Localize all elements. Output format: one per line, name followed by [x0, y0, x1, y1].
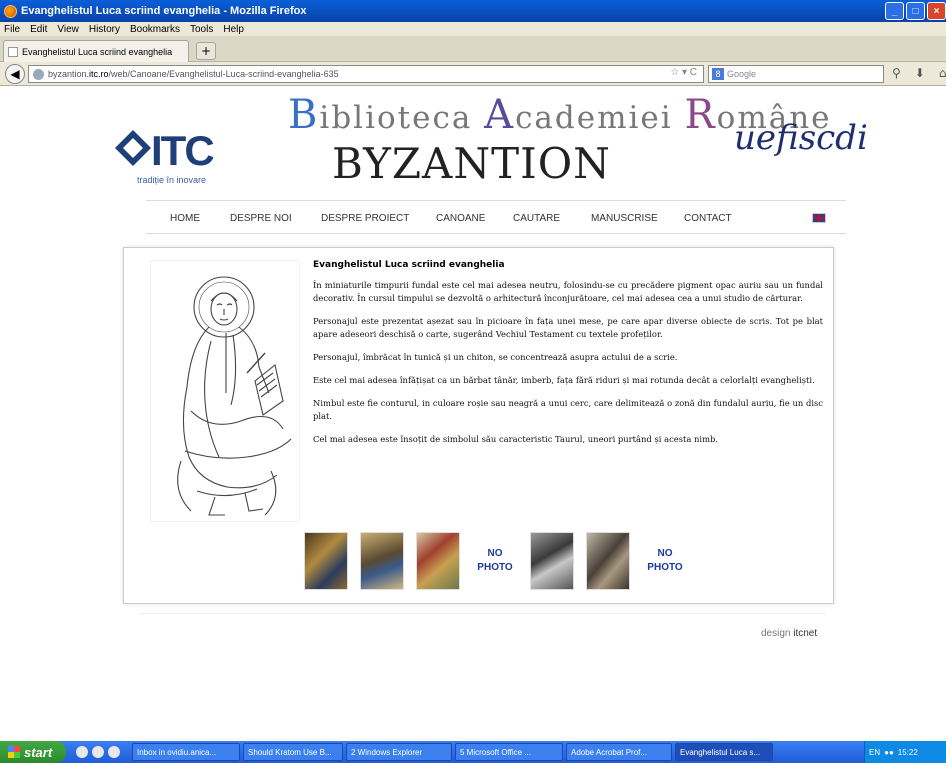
menu-edit[interactable]: Edit	[30, 24, 47, 35]
content-panel: Evanghelistul Luca scriind evanghelia În…	[123, 247, 834, 604]
new-tab-button[interactable]: +	[196, 42, 216, 60]
tab-bar: Evanghelistul Luca scriind evanghelia +	[0, 36, 946, 62]
article: Evanghelistul Luca scriind evanghelia În…	[313, 260, 823, 456]
nav-cautare[interactable]: CAUTARE	[513, 213, 560, 224]
taskbar-item[interactable]: 5 Microsoft Office ...	[455, 743, 563, 761]
no-photo-placeholder[interactable]: NO PHOTO	[472, 532, 518, 590]
system-tray: EN ●● 15:22	[864, 741, 946, 763]
thumbnail-image[interactable]	[360, 532, 404, 590]
search-placeholder: Google	[727, 69, 757, 79]
menu-file[interactable]: File	[4, 24, 20, 35]
menu-history[interactable]: History	[89, 24, 120, 35]
article-paragraph: În miniaturile timpurii fundal este cel …	[313, 280, 823, 303]
window-titlebar: Evanghelistul Luca scriind evanghelia - …	[0, 0, 946, 22]
minimize-icon[interactable]: _	[885, 2, 904, 20]
footer-divider	[140, 613, 826, 614]
english-flag-icon[interactable]	[812, 213, 826, 223]
search-bar[interactable]: 8 Google	[708, 65, 884, 83]
firefox-icon	[4, 4, 17, 18]
article-paragraph: Nimbul este fie conturul, in culoare roș…	[313, 398, 823, 421]
saint-luke-drawing	[150, 260, 300, 522]
itc-logo-mark: ITC	[115, 127, 216, 174]
google-icon[interactable]: 8	[712, 68, 724, 80]
menu-help[interactable]: Help	[223, 24, 244, 35]
tab-label: Evanghelistul Luca scriind evanghelia	[22, 46, 173, 57]
search-go-icon[interactable]: ⚲	[892, 66, 901, 80]
nav-canoane[interactable]: CANOANE	[436, 213, 485, 224]
clock: 15:22	[897, 747, 918, 757]
thumbnail-image[interactable]	[530, 532, 574, 590]
menu-tools[interactable]: Tools	[190, 24, 213, 35]
nav-despre-noi[interactable]: DESPRE NOI	[230, 213, 292, 224]
article-paragraph: Este cel mai adesea înfățișat ca un bărb…	[313, 375, 815, 385]
download-icon[interactable]: ⬇	[915, 66, 925, 80]
window-title: Evanghelistul Luca scriind evanghelia - …	[21, 5, 307, 17]
menu-bookmarks[interactable]: Bookmarks	[130, 24, 180, 35]
taskbar-item-active[interactable]: Evanghelistul Luca s...	[675, 743, 773, 761]
thumbnail-image[interactable]	[416, 532, 460, 590]
nav-manuscrise[interactable]: MANUSCRISE	[591, 213, 658, 224]
taskbar-item[interactable]: Adobe Acrobat Prof...	[566, 743, 672, 761]
quick-launch	[76, 746, 120, 758]
url-path: /web/Canoane/Evanghelistul-Luca-scriind-…	[108, 69, 339, 79]
article-paragraph: Personajul este prezentat așezat sau în …	[313, 316, 823, 339]
site-identity-icon[interactable]	[33, 68, 44, 80]
thumbnail-image[interactable]	[586, 532, 630, 590]
footer-credit: design itcnet	[761, 628, 818, 639]
article-title: Evanghelistul Luca scriind evanghelia	[313, 260, 505, 270]
close-icon[interactable]: ×	[927, 2, 946, 20]
taskbar-buttons: Inbox in ovidiu.anica... Should Kratom U…	[132, 743, 773, 761]
home-icon[interactable]: ⌂	[939, 66, 946, 80]
no-photo-placeholder[interactable]: NO PHOTO	[642, 532, 688, 590]
menu-bar: File Edit View History Bookmarks Tools H…	[0, 22, 946, 36]
menu-view[interactable]: View	[57, 24, 79, 35]
nav-contact[interactable]: CONTACT	[684, 213, 732, 224]
quicklaunch-icon[interactable]	[76, 746, 88, 758]
url-prefix: byzantion.	[48, 69, 90, 79]
nav-home[interactable]: HOME	[170, 213, 200, 224]
article-paragraph: Cel mai adesea este însoțit de simbolul …	[313, 434, 719, 444]
page-viewport: ITC tradiție în inovare Biblioteca Acade…	[0, 87, 946, 741]
maximize-icon[interactable]: □	[906, 2, 925, 20]
quicklaunch-icon[interactable]	[108, 746, 120, 758]
quicklaunch-icon[interactable]	[92, 746, 104, 758]
itc-logo[interactable]: ITC tradiție în inovare	[113, 125, 216, 185]
thumbnail-strip: NO PHOTO NO PHOTO	[304, 532, 688, 590]
page-favicon	[8, 46, 18, 57]
navigation-toolbar: ◀ byzantion. itc.ro/web/Canoane/Evangheli…	[0, 62, 946, 86]
taskbar-item[interactable]: Inbox in ovidiu.anica...	[132, 743, 240, 761]
language-indicator[interactable]: EN	[869, 748, 880, 757]
taskbar-item[interactable]: 2 Windows Explorer	[346, 743, 452, 761]
address-bar[interactable]: byzantion. itc.ro/web/Canoane/Evanghelist…	[28, 65, 704, 83]
uefiscdi-logo[interactable]: uefiscdi	[734, 118, 868, 158]
tray-icon[interactable]: ●●	[884, 748, 894, 757]
windows-taskbar: start Inbox in ovidiu.anica... Should Kr…	[0, 741, 946, 763]
site-title: BYZANTION	[332, 139, 611, 188]
url-domain: itc.ro	[89, 69, 109, 79]
article-paragraph: Personajul, îmbrăcat în tunică și un chi…	[313, 352, 678, 362]
thumbnail-image[interactable]	[304, 532, 348, 590]
main-navigation: HOME DESPRE NOI DESPRE PROIECT CANOANE C…	[146, 200, 846, 234]
back-button[interactable]: ◀	[5, 64, 25, 84]
itc-tagline: tradiție în inovare	[137, 175, 207, 185]
taskbar-item[interactable]: Should Kratom Use B...	[243, 743, 343, 761]
start-button[interactable]: start	[0, 741, 66, 763]
windows-logo-icon	[8, 746, 20, 758]
browser-tab[interactable]: Evanghelistul Luca scriind evanghelia	[3, 40, 189, 62]
itcnet-link[interactable]: itcnet	[793, 628, 817, 639]
itc-logo-text: ITC	[151, 127, 213, 171]
reload-icon[interactable]: ☆ ▾ C	[670, 67, 697, 78]
nav-despre-proiect[interactable]: DESPRE PROIECT	[321, 213, 409, 224]
